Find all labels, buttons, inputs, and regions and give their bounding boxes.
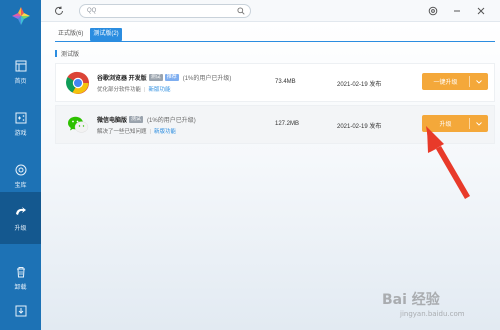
download-icon [15, 305, 26, 317]
upgrade-button[interactable]: 升级 [422, 115, 488, 132]
section-title-text: 测试版 [61, 52, 80, 58]
minimize-icon[interactable] [452, 6, 462, 16]
new-features-link[interactable]: 新版功能 [148, 87, 170, 93]
one-click-upgrade-button[interactable]: 一键升级 [422, 73, 488, 90]
sidebar-item-label: 宝库 [14, 182, 27, 189]
release-date: 2021-02-19 发布 [337, 82, 382, 88]
sidebar-item-upgrade[interactable]: 升级 [0, 192, 41, 244]
list-item: 谷歌浏览器 开发版 测试 推荐 (1%的用户已升级) 优化部分软件功能 | 新版功能… [55, 63, 495, 102]
app-description-line: 解决了一些已知问题 | 新版功能 [97, 129, 176, 135]
game-icon [15, 112, 26, 123]
tab-beta[interactable]: 测试版(2) [90, 28, 122, 41]
top-bar: QQ [41, 0, 500, 22]
treasury-icon [15, 164, 26, 175]
button-label: 升级 [439, 122, 452, 128]
section-marker [55, 50, 57, 57]
app-name: 微信电脑版 [97, 118, 128, 124]
tab-stable[interactable]: 正式版(6) [55, 28, 86, 41]
wechat-icon [68, 116, 89, 133]
file-size: 127.2MB [275, 121, 300, 127]
home-icon [15, 60, 26, 71]
chrome-icon [66, 71, 89, 94]
search-input[interactable]: QQ [79, 4, 251, 18]
app-name-line: 谷歌浏览器 开发版 测试 推荐 (1%的用户已升级) [97, 73, 231, 82]
chevron-down-icon [476, 121, 482, 126]
refresh-icon[interactable] [54, 6, 64, 16]
upgrade-dropdown[interactable] [470, 79, 488, 84]
chevron-down-icon [476, 79, 482, 84]
upgrade-ratio: (1%的用户已升级) [147, 118, 196, 124]
search-icon[interactable] [237, 7, 245, 15]
sidebar-item-label: 卸载 [14, 284, 27, 291]
sidebar-item-label: 升级 [14, 225, 27, 232]
search-input-value: QQ [87, 8, 97, 14]
recommend-badge: 推荐 [164, 74, 179, 81]
app-description: 优化部分软件功能 [97, 87, 142, 93]
app-description-line: 优化部分软件功能 | 新版功能 [97, 87, 171, 93]
sidebar-item-download[interactable] [0, 296, 41, 326]
list-item: 微信电脑版 测试 (1%的用户已升级) 解决了一些已知问题 | 新版功能 127.2… [55, 105, 495, 144]
app-description: 解决了一些已知问题 [97, 129, 147, 135]
new-features-link[interactable]: 新版功能 [154, 129, 176, 135]
watermark-url: jingyan.baidu.com [400, 310, 465, 318]
app-logo-icon [12, 7, 30, 25]
release-date: 2021-02-19 发布 [337, 124, 382, 130]
sidebar: 首页 游戏 宝库 升级 卸载 [0, 0, 41, 330]
beta-badge: 测试 [148, 74, 163, 81]
sidebar-item-game[interactable]: 游戏 [0, 98, 41, 150]
uninstall-icon [16, 266, 25, 277]
beta-badge: 测试 [129, 116, 144, 123]
app-name-line: 微信电脑版 测试 (1%的用户已升级) [97, 115, 196, 124]
button-label: 一键升级 [433, 80, 458, 86]
upgrade-ratio: (1%的用户已升级) [182, 76, 232, 82]
section-title: 测试版 [55, 49, 79, 58]
tab-underline [55, 41, 495, 42]
settings-icon[interactable] [428, 6, 438, 16]
tab-bar: 正式版(6) 测试版(2) [55, 28, 122, 41]
app-name: 谷歌浏览器 开发版 [97, 76, 147, 82]
upgrade-icon [15, 206, 26, 215]
sidebar-item-label: 游戏 [14, 130, 27, 137]
main-content: 正式版(6) 测试版(2) 测试版 谷歌浏览器 开发版 测试 推荐 (1%的用户… [41, 22, 500, 330]
close-icon[interactable] [476, 6, 486, 16]
upgrade-dropdown[interactable] [470, 121, 488, 126]
sidebar-item-label: 首页 [14, 78, 27, 85]
sidebar-item-home[interactable]: 首页 [0, 46, 41, 98]
watermark: Bai 经验 [382, 292, 440, 308]
file-size: 73.4MB [275, 79, 296, 85]
